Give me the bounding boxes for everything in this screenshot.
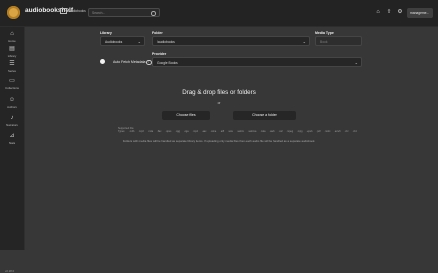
library-icon [60,8,67,14]
cast-icon[interactable]: ⌂ [375,9,381,15]
file-type-item: .cbr [344,130,349,134]
provider-label: Provider [152,52,167,56]
auto-fetch-toggle[interactable] [100,59,110,64]
file-type-item: .oga [183,130,189,134]
sidebar-item-label: Home [8,39,16,43]
file-type-item: .azw3 [334,130,341,134]
provider-select-value: Google Books [157,61,178,65]
file-type-item: .wma [210,130,217,134]
sidebar-item-home[interactable]: ⌂ Home [0,31,24,43]
series-icon: ☰ [9,61,15,67]
sidebar-item-label: Series [8,69,16,73]
file-type-item: .aac [201,130,207,134]
library-select[interactable]: Audiobooks ⌄ [100,36,145,46]
search-icon [151,11,156,16]
file-type-item: .flac [157,130,162,134]
collections-icon: ▭ [9,78,15,84]
file-type-item: .mobi [324,130,331,134]
library-icon: ▤ [9,46,15,52]
choose-folder-button[interactable]: Choose a folder [233,111,296,120]
sidebar-item-label: Narrators [6,123,18,127]
upload-note: Folders with media files will be handled… [122,139,316,143]
sidebar-item-label: Authors [7,105,17,109]
media-type-field: Book [315,36,362,46]
home-icon: ⌂ [10,31,14,37]
library-select-value: Audiobooks [105,40,123,44]
file-type-item: .m4b [129,130,135,134]
app-logo[interactable] [7,6,20,19]
folder-select-value: /audiobooks [157,40,175,44]
auto-fetch-label: Auto Fetch Metadata [113,60,146,64]
info-icon[interactable]: i [146,59,152,66]
toggle-knob [100,59,105,64]
dropzone-title: Drag & drop files or folders [182,89,256,96]
file-type-item: .opus [165,130,172,134]
sidebar-item-narrators[interactable]: ♪ Narrators [0,115,24,127]
file-type-item: .pdf [316,130,321,134]
upload-icon[interactable]: ⇧ [386,9,392,15]
file-type-item: .webm [236,130,244,134]
chevron-down-icon: ⌄ [302,38,306,44]
file-type-item: .caf [278,130,283,134]
file-type-item: .mka [260,130,266,134]
sidebar-item-label: Library [7,54,17,58]
library-switcher-label: Audiobooks [69,8,86,13]
search-input[interactable]: Search... [88,8,160,17]
file-type-item: .aiff [220,130,224,134]
file-type-item: .webma [247,130,257,134]
search-placeholder: Search... [92,11,106,15]
file-type-item: .wav [227,130,233,134]
file-type-item: .awb [269,130,275,134]
chevron-down-icon: ⌄ [137,38,141,44]
choose-files-button[interactable]: Choose files [162,111,210,120]
folder-label: Folder [152,31,163,35]
file-type-item: .mp4 [192,130,198,134]
media-type-label: Media Type [315,31,334,35]
username-label: manageme... [410,11,430,15]
version-label: v2.28.0 [5,269,15,273]
file-type-list: .m4b .mp3 .m4a .flac .opus .ogg .oga .mp4 .aac .w… [129,130,361,133]
file-type-item: .mpg [297,130,303,134]
or-label: or [217,101,221,105]
settings-gear-icon[interactable]: ⚙ [397,9,403,15]
narrators-icon: ♪ [10,115,14,121]
top-bar: audiobookshelf Audiobooks Search... ⌂ ⇧ … [0,0,438,27]
supported-file-types: Supported File Types: .m4b .mp3 .m4a .flac .o… [118,127,357,134]
sidebar-item-series[interactable]: ☰ Series [0,61,24,73]
provider-select[interactable]: Google Books ⌄ [152,57,362,67]
folder-select[interactable]: /audiobooks ⌄ [152,36,310,46]
file-type-item: .cbz [352,130,357,134]
library-label: Library [100,31,112,35]
user-menu-button[interactable]: manageme... [407,8,433,18]
file-type-item: .mpeg [286,130,294,134]
file-type-item: .epub [306,130,313,134]
file-type-item: .ogg [175,130,180,134]
library-switcher[interactable]: Audiobooks [60,8,86,14]
file-type-item: .mp3 [138,130,144,134]
sidebar-item-library[interactable]: ▤ Library [0,46,24,58]
file-type-item: .m4a [147,130,154,134]
media-type-value: Book [320,40,328,44]
chevron-down-icon: ⌄ [354,59,358,65]
